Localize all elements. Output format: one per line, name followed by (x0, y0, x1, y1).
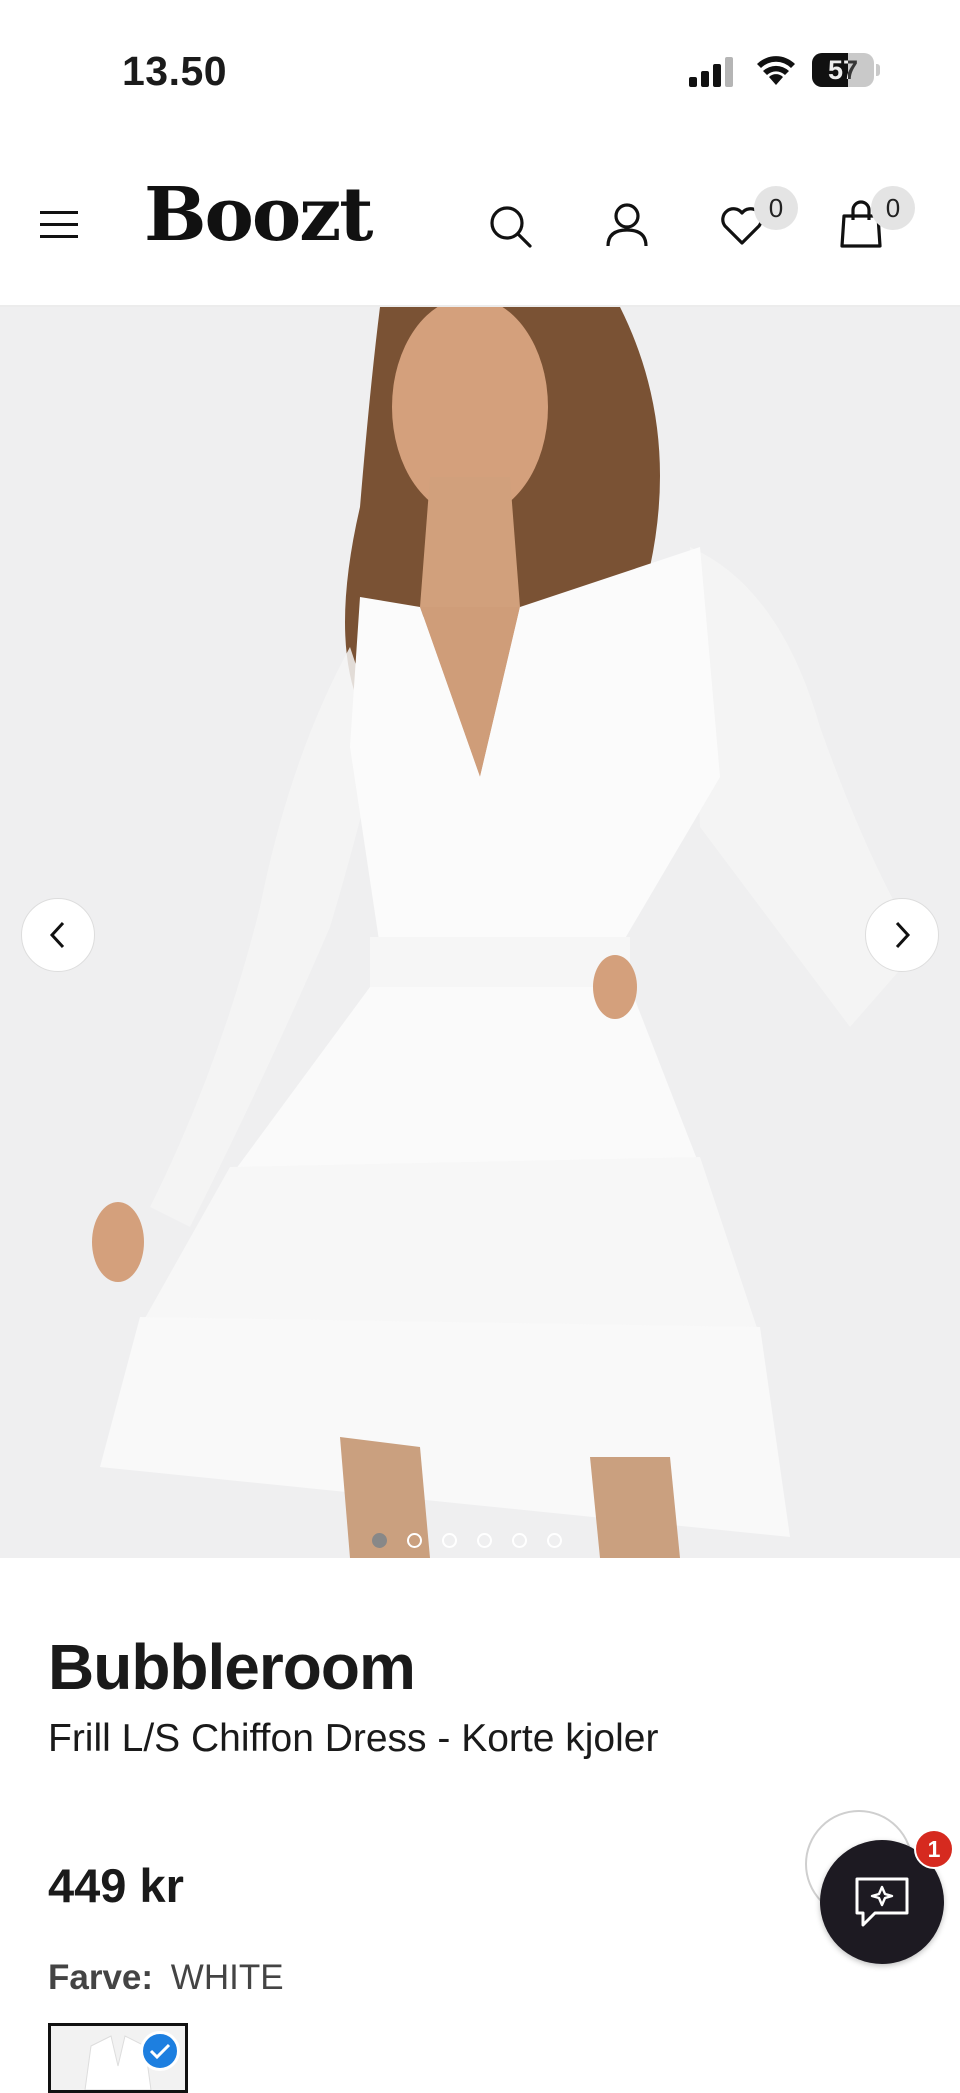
chevron-left-icon (49, 921, 65, 949)
product-brand[interactable]: Bubbleroom (48, 1630, 416, 1704)
next-image-button[interactable] (865, 898, 939, 972)
search-icon[interactable] (488, 204, 534, 250)
color-value: WHITE (170, 1958, 284, 1997)
gallery-dot[interactable] (547, 1533, 562, 1548)
chat-notification-badge: 1 (914, 1829, 954, 1869)
status-bar: 13.50 57 (0, 0, 960, 140)
boozt-logo[interactable]: Boozt (144, 178, 373, 252)
site-header: Boozt 0 0 (0, 140, 960, 307)
gallery-dot[interactable] (407, 1533, 422, 1548)
color-label: Farve: (48, 1958, 154, 1997)
product-price: 449 kr (48, 1859, 184, 1912)
account-icon[interactable] (605, 202, 649, 248)
status-time: 13.50 (122, 48, 228, 94)
product-name: Frill L/S Chiffon Dress - Korte kjoler (48, 1717, 659, 1760)
hamburger-menu-icon[interactable] (40, 210, 78, 240)
chat-sparkle-icon (855, 1877, 909, 1927)
gallery-dot[interactable] (442, 1533, 457, 1548)
product-image-gallery[interactable] (0, 307, 960, 1558)
chevron-right-icon (895, 921, 911, 949)
cellular-signal-icon (689, 57, 733, 87)
gallery-dot[interactable] (512, 1533, 527, 1548)
previous-image-button[interactable] (21, 898, 95, 972)
gallery-dot[interactable] (477, 1533, 492, 1548)
wifi-icon (757, 56, 795, 85)
product-image (0, 307, 960, 1558)
selected-check-icon (140, 2031, 180, 2071)
gallery-pagination (372, 1533, 562, 1548)
battery-icon: 57 (812, 53, 880, 87)
wishlist-count-badge: 0 (754, 186, 798, 230)
color-selector-label: Farve: WHITE (48, 1958, 284, 1998)
cart-count-badge: 0 (871, 186, 915, 230)
battery-percentage: 57 (827, 55, 859, 85)
gallery-dot[interactable] (372, 1533, 387, 1548)
